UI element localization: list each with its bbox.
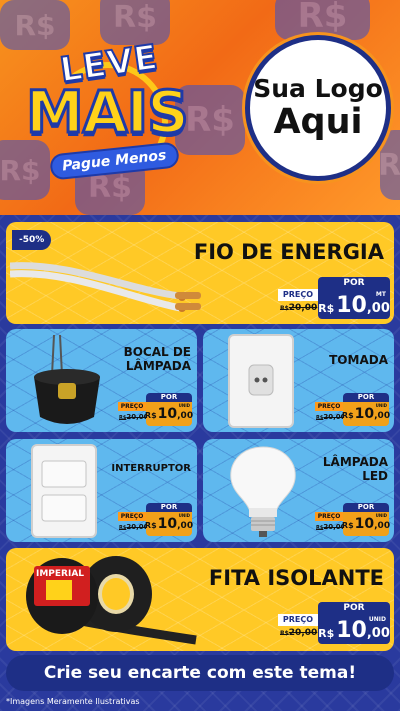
por-label: POR xyxy=(318,277,390,289)
product-title: TOMADA xyxy=(329,353,388,367)
new-price-box: R$ 10 ,00 UNID xyxy=(318,614,390,644)
leve-mais-logo: LEVE MAIS Pague Menos xyxy=(8,36,208,186)
old-price: R$20,00 xyxy=(280,303,318,313)
product-title: LÂMPADA LED xyxy=(322,455,388,484)
header-banner: R$ R$ R$ R$ R$ R$ R$ LEVE MAIS Pague Men… xyxy=(0,0,400,215)
product-card-interruptor[interactable]: INTERRUPTOR POR PREÇO R$20,00 R$ 10 ,00 … xyxy=(6,439,197,542)
price-tag: POR PREÇO R$20,00 R$ 10 ,00 UNID xyxy=(278,602,390,646)
new-price-box: R$ 10 ,00 UNID xyxy=(342,402,390,426)
logo-mais: MAIS xyxy=(25,77,191,148)
price-tag: POR PREÇO R$20,00 R$ 10 ,00 UNID xyxy=(315,393,390,427)
lamp-socket-illustration xyxy=(34,335,100,424)
price-tag: POR PREÇO R$20,00 R$ 10 ,00 UNID xyxy=(118,393,193,427)
switch-illustration xyxy=(31,444,97,538)
preco-label: PREÇO xyxy=(118,402,146,411)
por-label: POR xyxy=(146,393,192,402)
tape-illustration: IMPERIAL xyxy=(26,556,197,645)
logo-placeholder-line2: Aqui xyxy=(273,101,363,142)
logo-placeholder-line1: Sua Logo xyxy=(253,74,383,103)
product-card-tomada[interactable]: TOMADA POR PREÇO R$20,00 R$ 10 ,00 UNID xyxy=(203,329,394,432)
product-card-lampada-led[interactable]: LÂMPADA LED POR PREÇO R$20,00 R$ 10 ,00 … xyxy=(203,439,394,542)
create-flyer-banner[interactable]: Crie seu encarte com este tema! xyxy=(6,655,394,691)
product-title: FIO DE ENERGIA xyxy=(193,240,384,264)
product-title: INTERRUPTOR xyxy=(111,463,191,474)
product-card-bocal[interactable]: BOCAL DE LÂMPADA POR PREÇO R$20,00 R$ 10… xyxy=(6,329,197,432)
led-bulb-illustration xyxy=(230,446,296,537)
new-price-box: R$ 10 ,00 UNID xyxy=(145,402,193,426)
preco-label: PREÇO xyxy=(315,402,343,411)
product-title: BOCAL DE LÂMPADA xyxy=(123,345,191,374)
price-tag: POR PREÇO R$20,00 R$ 10 ,00 MT xyxy=(278,277,390,321)
price-tag: POR PREÇO R$20,00 R$ 10 ,00 UNID xyxy=(315,503,390,537)
price-tag: POR PREÇO R$20,00 R$ 10 ,00 UNID xyxy=(118,503,193,537)
por-label: POR xyxy=(343,503,389,512)
store-logo-placeholder[interactable]: Sua Logo Aqui xyxy=(245,35,391,181)
old-price: R$20,00 xyxy=(280,628,318,638)
preco-label: PREÇO xyxy=(278,289,318,301)
svg-text:IMPERIAL: IMPERIAL xyxy=(36,569,84,579)
product-title: FITA ISOLANTE xyxy=(208,566,384,590)
outlet-illustration xyxy=(228,334,294,428)
por-label: POR xyxy=(318,602,390,614)
illustrative-images-note: *Imagens Meramente Ilustrativas xyxy=(6,697,140,706)
wire-illustration xyxy=(10,262,201,312)
preco-label: PREÇO xyxy=(278,614,318,626)
new-price-box: R$ 10 ,00 UNID xyxy=(342,512,390,536)
bg-money-tile: R$ xyxy=(275,0,370,40)
preco-label: PREÇO xyxy=(118,512,146,521)
preco-label: PREÇO xyxy=(315,512,343,521)
products-area: -50% FIO DE ENERGIA POR PREÇO R$20,00 R$… xyxy=(0,215,400,711)
product-card-fio-energia[interactable]: -50% FIO DE ENERGIA POR PREÇO R$20,00 R$… xyxy=(6,222,394,324)
new-price-box: R$ 10 ,00 MT xyxy=(318,289,390,319)
discount-badge: -50% xyxy=(12,230,52,250)
new-price-box: R$ 10 ,00 UNID xyxy=(145,512,193,536)
por-label: POR xyxy=(343,393,389,402)
por-label: POR xyxy=(146,503,192,512)
product-card-fita-isolante[interactable]: IMPERIAL FITA ISOLANTE POR PREÇO R$20,00… xyxy=(6,548,394,651)
